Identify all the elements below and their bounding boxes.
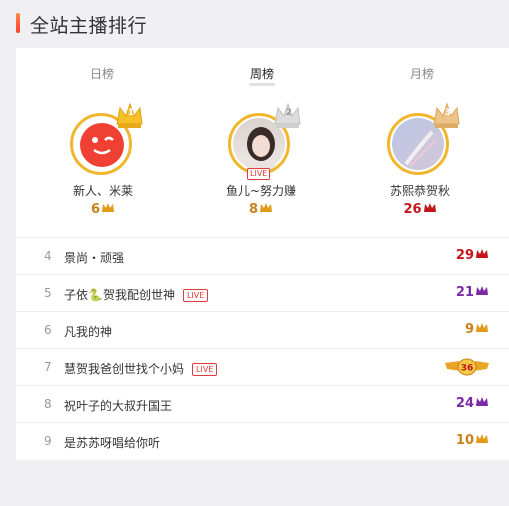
list-item[interactable]: 4 景尚・顽强 29 [16, 237, 509, 274]
anchor-name[interactable]: 慧贺我爸创世找个小妈 [64, 362, 184, 376]
rank-number: 3 [444, 108, 451, 118]
section-header: 全站主播排行 [0, 0, 509, 46]
rank-number: 1 [127, 108, 134, 118]
anchor-level: 26 [360, 202, 480, 217]
anchor-level: 10 [456, 433, 489, 448]
anchor-name[interactable]: 子依🐍贺我配创世神 [64, 288, 175, 302]
crown-level-icon [476, 323, 488, 332]
ranking-panel: 日榜 周榜 月榜 1 新人、米莱 6 2 LIVE 鱼儿~努力赚 8 3 苏熙恭… [16, 48, 509, 460]
anchor-name[interactable]: 凡我的神 [64, 323, 112, 340]
page-title: 全站主播排行 [30, 15, 148, 37]
rank-number: 2 [285, 108, 292, 118]
wing-badge-level: 36 [461, 364, 474, 374]
avatar-frame: 3 [385, 102, 460, 176]
anchor-name[interactable]: 鱼儿~努力赚 [201, 182, 321, 199]
live-badge: LIVE [247, 168, 271, 180]
podium-item-3[interactable]: 3 苏熙恭贺秋 26 [360, 102, 480, 217]
list-item[interactable]: 7 慧贺我爸创世找个小妈 LIVE 36 [16, 348, 509, 385]
crown-level-icon [476, 249, 488, 258]
anchor-name-with-live[interactable]: 慧贺我爸创世找个小妈 LIVE [64, 360, 218, 377]
crown-level-icon [476, 434, 488, 443]
live-badge: LIVE [182, 289, 209, 302]
rank-number: 9 [44, 434, 52, 448]
list-item[interactable]: 6 凡我的神 9 [16, 311, 509, 348]
anchor-name[interactable]: 是苏苏呀唱给你听 [64, 434, 160, 451]
tab-daily[interactable]: 日榜 [90, 65, 114, 82]
ranking-tabs: 日榜 周榜 月榜 [16, 48, 509, 90]
anchor-name[interactable]: 新人、米莱 [43, 182, 163, 199]
rank-number: 8 [44, 397, 52, 411]
anchor-level: 21 [456, 285, 489, 300]
list-item[interactable]: 8 祝叶子的大叔升国王 24 [16, 385, 509, 422]
tab-monthly[interactable]: 月榜 [410, 65, 434, 82]
anchor-level: 29 [456, 248, 489, 263]
crown-level-icon [260, 203, 273, 212]
winged-level-badge-icon: 36 [445, 358, 489, 376]
list-item[interactable]: 5 子依🐍贺我配创世神 LIVE 21 [16, 274, 509, 311]
title-accent-bar [16, 13, 20, 33]
podium-item-1[interactable]: 1 新人、米莱 6 [43, 102, 163, 217]
avatar-frame: 1 [68, 102, 143, 176]
rank-number: 6 [44, 323, 52, 337]
crown-level-icon [102, 203, 115, 212]
anchor-name[interactable]: 景尚・顽强 [64, 249, 124, 266]
anchor-level: 9 [465, 322, 489, 337]
podium-item-2[interactable]: 2 LIVE 鱼儿~努力赚 8 [201, 102, 321, 217]
crown-level-icon [423, 203, 436, 212]
anchor-name[interactable]: 祝叶子的大叔升国王 [64, 397, 172, 414]
crown-level-icon [476, 397, 488, 406]
rank-number: 5 [44, 286, 52, 300]
active-tab-indicator [249, 83, 275, 86]
anchor-name-with-live[interactable]: 子依🐍贺我配创世神 LIVE [64, 286, 209, 303]
anchor-level: 24 [456, 396, 489, 411]
anchor-level: 6 [43, 202, 163, 217]
tab-weekly[interactable]: 周榜 [250, 65, 274, 82]
anchor-level: 8 [201, 202, 321, 217]
rank-number: 4 [44, 249, 52, 263]
anchor-name[interactable]: 苏熙恭贺秋 [360, 182, 480, 199]
ranking-list: 4 景尚・顽强 29 5 子依🐍贺我配创世神 LIVE 21 6 凡我的神 9 7… [16, 237, 509, 459]
live-badge: LIVE [192, 363, 218, 376]
list-item[interactable]: 9 是苏苏呀唱给你听 10 [16, 422, 509, 459]
crown-level-icon [476, 286, 488, 295]
avatar-frame: 2 LIVE [226, 102, 301, 180]
rank-number: 7 [44, 360, 52, 374]
